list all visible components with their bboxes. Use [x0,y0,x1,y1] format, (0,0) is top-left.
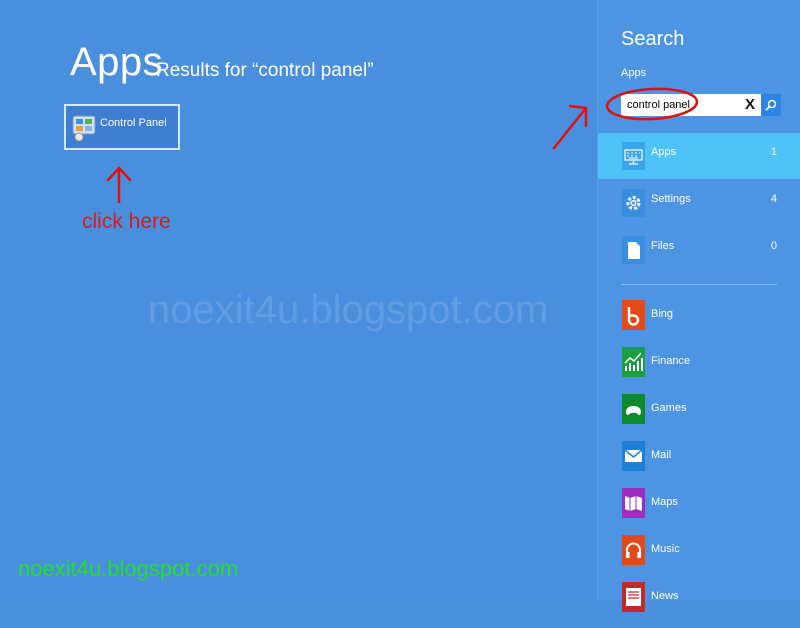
app-games[interactable]: Games [598,394,800,440]
app-music[interactable]: Music [598,535,800,581]
app-mail[interactable]: Mail [598,441,800,487]
gamepad-icon [622,394,645,424]
map-icon [622,488,645,518]
mail-icon [622,441,645,471]
category-count: 4 [770,193,777,205]
control-panel-tile[interactable]: Control Panel [64,104,180,150]
app-label: Mail [651,449,672,461]
annotation-circle-icon [605,87,699,121]
watermark-bottom: noexit4u.blogspot.com [18,556,239,581]
category-count: 0 [770,240,777,252]
control-panel-icon [72,115,96,142]
apps-results-pane: Apps Results for “control panel” Control… [0,0,597,600]
magnifier-icon [765,99,777,111]
app-finance[interactable]: Finance [598,347,800,393]
category-files[interactable]: Files 0 [598,227,800,273]
page-title: Apps [70,40,164,84]
clear-search-icon[interactable]: X [745,96,755,113]
results-label: Results for “control panel” [156,60,374,81]
bing-icon [622,300,645,330]
app-news[interactable]: News [598,582,800,628]
apps-keyboard-icon [622,142,645,170]
search-scope: Apps [621,67,647,79]
search-button[interactable] [761,94,781,116]
annotation-click-here: click here [82,210,171,233]
control-panel-label: Control Panel [100,117,167,129]
category-label: Files [651,240,675,252]
file-icon [622,236,645,264]
app-bing[interactable]: Bing [598,300,800,346]
headphones-icon [622,535,645,565]
annotation-arrow-diagonal-icon [552,104,588,150]
category-count: 1 [770,146,777,158]
category-apps[interactable]: Apps 1 [598,133,800,179]
app-label: News [651,590,679,602]
charm-title: Search [621,28,685,50]
app-label: Maps [651,496,678,508]
category-settings[interactable]: Settings 4 [598,180,800,226]
category-label: Settings [651,193,691,205]
news-icon [622,582,645,612]
app-label: Games [651,402,687,414]
finance-chart-icon [622,347,645,377]
app-label: Music [651,543,680,555]
app-label: Bing [651,308,674,320]
app-label: Finance [651,355,691,367]
divider [621,284,777,285]
app-maps[interactable]: Maps [598,488,800,534]
annotation-arrow-up-icon [106,166,132,204]
gear-icon [622,189,645,217]
category-label: Apps [651,146,677,158]
watermark-center: noexit4u.blogspot.com [148,288,549,332]
